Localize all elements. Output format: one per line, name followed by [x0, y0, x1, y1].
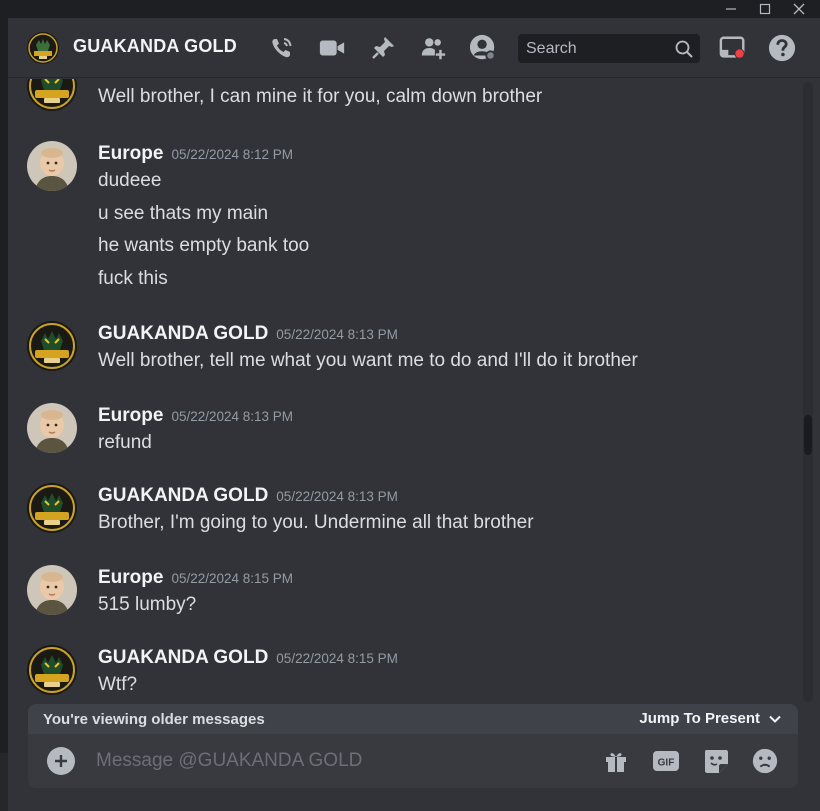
message-author[interactable]: Europe 05/22/2024 8:12 PM [98, 143, 293, 165]
help-button[interactable] [768, 34, 796, 62]
emoji-picker-button[interactable] [751, 747, 779, 775]
guakanda-avatar[interactable] [27, 483, 77, 533]
plus-icon [55, 755, 67, 767]
pin-icon [372, 37, 394, 59]
message-timestamp: 05/22/2024 8:15 PM [171, 571, 294, 586]
add-friend-icon [421, 38, 446, 60]
help-icon [768, 34, 796, 62]
start-voice-call-button[interactable] [268, 34, 296, 62]
older-messages-bar: You're viewing older messages Jump To Pr… [28, 704, 798, 736]
message-timestamp: 05/22/2024 8:13 PM [171, 409, 294, 424]
add-friends-to-dm-button[interactable] [419, 34, 447, 62]
pinned-messages-button[interactable] [369, 34, 397, 62]
guakanda-avatar[interactable] [27, 321, 77, 371]
message-text: dudeee [98, 170, 162, 191]
search-input[interactable] [518, 34, 668, 63]
dm-window: GUAKANDA GOLD Search Well brother, I can… [8, 18, 820, 811]
author-name[interactable]: GUAKANDA GOLD [98, 323, 268, 344]
europe-avatar[interactable] [27, 565, 77, 615]
window-titlebar [0, 0, 820, 18]
message-timestamp: 05/22/2024 8:12 PM [171, 147, 294, 162]
dm-recipient-name[interactable]: GUAKANDA GOLD [73, 36, 237, 57]
guakanda-avatar[interactable] [27, 645, 77, 695]
channel-header: GUAKANDA GOLD [8, 18, 820, 78]
search-box[interactable] [518, 34, 700, 63]
jump-to-present-label: Jump To Present [639, 710, 760, 727]
close-window-button[interactable] [782, 0, 816, 18]
jump-to-present-button[interactable]: Jump To Present [639, 710, 782, 727]
author-name[interactable]: Europe [98, 143, 163, 164]
minimize-icon [726, 8, 736, 10]
minimize-button[interactable] [714, 0, 748, 18]
message-text: Brother, I'm going to you. Undermine all… [98, 512, 534, 533]
message-author[interactable]: GUAKANDA GOLD 05/22/2024 8:13 PM [98, 485, 398, 507]
message-author[interactable]: GUAKANDA GOLD 05/22/2024 8:15 PM [98, 647, 398, 669]
message-text: u see thats my main [98, 203, 269, 224]
maximize-button[interactable] [748, 0, 782, 18]
user-profile-toggle-button[interactable] [469, 34, 497, 62]
message-text: refund [98, 432, 152, 453]
guakanda-avatar[interactable] [27, 79, 77, 111]
message-timestamp: 05/22/2024 8:13 PM [276, 489, 398, 504]
guakanda-avatar-icon [27, 32, 59, 64]
message-text: Well brother, tell me what you want me t… [98, 350, 638, 371]
search-icon [675, 40, 693, 58]
phone-call-icon [272, 38, 292, 58]
guakanda-avatar-icon [27, 79, 77, 111]
emoji-icon [752, 748, 778, 774]
server-sidebar-edge [0, 753, 8, 811]
gif-label: GIF [658, 758, 675, 769]
user-profile-icon [469, 34, 496, 61]
message-text: Wtf? [98, 674, 138, 695]
message-text: 515 lumby? [98, 594, 197, 615]
europe-avatar[interactable] [27, 141, 77, 191]
message-author[interactable]: Europe 05/22/2024 8:13 PM [98, 405, 293, 427]
message-composer: GIF [28, 734, 798, 788]
sticker-picker-button[interactable] [702, 747, 730, 775]
older-messages-notice: You're viewing older messages [43, 711, 265, 728]
chevron-down-icon [769, 715, 781, 723]
upload-button[interactable] [47, 747, 75, 775]
guakanda-avatar-icon [27, 645, 77, 695]
gift-icon [606, 753, 626, 772]
scrollbar-thumb[interactable] [804, 415, 812, 455]
video-camera-icon [319, 40, 345, 56]
header-avatar[interactable] [27, 32, 59, 64]
europe-avatar-icon [27, 403, 77, 453]
send-gift-button[interactable] [602, 747, 630, 775]
maximize-icon [759, 3, 771, 15]
message-timestamp: 05/22/2024 8:15 PM [276, 651, 398, 666]
sticker-icon [705, 750, 728, 773]
guakanda-avatar-icon [27, 483, 77, 533]
inbox-button[interactable] [719, 34, 747, 62]
message-list[interactable]: Well brother, I can mine it for you, cal… [8, 79, 802, 703]
message-text: fuck this [98, 268, 168, 289]
inbox-icon [719, 36, 745, 59]
author-name[interactable]: Europe [98, 405, 163, 426]
gif-picker-button[interactable]: GIF [652, 747, 680, 775]
author-name[interactable]: GUAKANDA GOLD [98, 485, 268, 506]
message-author[interactable]: Europe 05/22/2024 8:15 PM [98, 567, 293, 589]
message-text: he wants empty bank too [98, 235, 310, 256]
guakanda-avatar-icon [27, 321, 77, 371]
author-name[interactable]: GUAKANDA GOLD [98, 647, 268, 668]
europe-avatar-icon [27, 565, 77, 615]
message-text: Well brother, I can mine it for you, cal… [98, 86, 543, 107]
gif-icon: GIF [653, 751, 679, 771]
message-author[interactable]: GUAKANDA GOLD 05/22/2024 8:13 PM [98, 323, 398, 345]
europe-avatar[interactable] [27, 403, 77, 453]
start-video-call-button[interactable] [318, 34, 346, 62]
message-input[interactable] [96, 746, 576, 776]
europe-avatar-icon [27, 141, 77, 191]
scrollbar-track[interactable] [803, 82, 813, 702]
author-name[interactable]: Europe [98, 567, 163, 588]
close-icon [793, 3, 805, 15]
message-timestamp: 05/22/2024 8:13 PM [276, 327, 398, 342]
